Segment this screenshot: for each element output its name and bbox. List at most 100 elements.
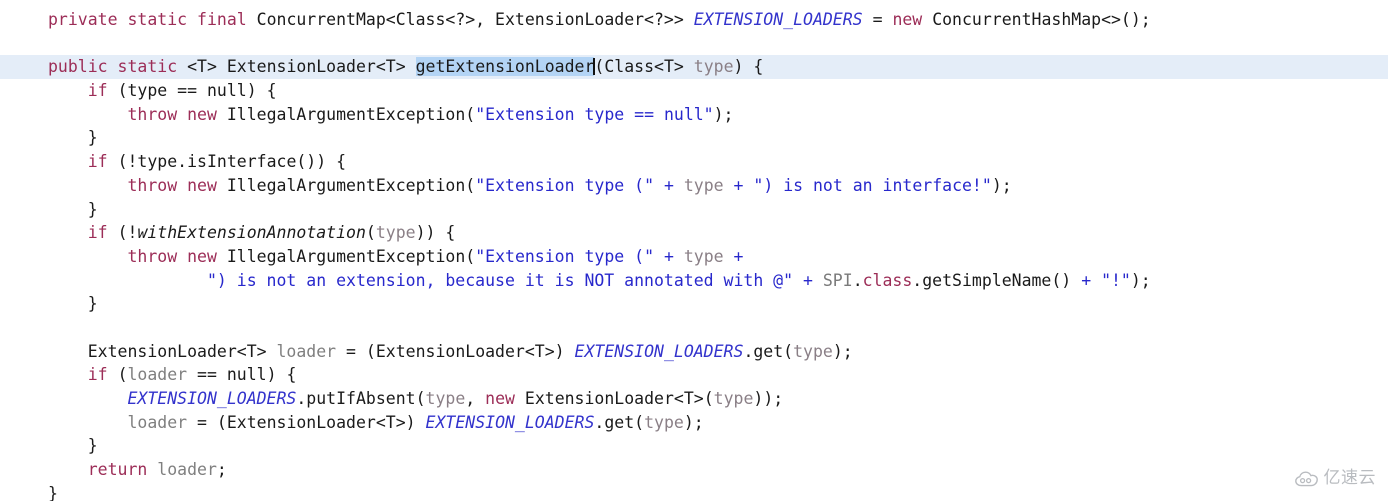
param-name-type: type — [644, 412, 684, 432]
condition-type-null: (type == null) { — [117, 81, 277, 101]
arg-open-paren: ( — [365, 223, 376, 243]
operator-plus: + — [663, 175, 674, 195]
keyword-if: if — [87, 81, 108, 101]
code-line-4[interactable]: if (type == null) { — [0, 79, 1388, 103]
string-literal-c: "!" — [1101, 270, 1131, 290]
code-line-8[interactable]: throw new IllegalArgumentException("Exte… — [0, 174, 1388, 198]
code-line-18[interactable]: loader = (ExtensionLoader<T>) EXTENSION_… — [0, 411, 1388, 435]
code-line-12[interactable]: ") is not an extension, because it is NO… — [0, 269, 1388, 293]
code-line-14-blank — [0, 316, 1388, 340]
line8-tail: ); — [991, 175, 1012, 195]
string-literal: "Extension type == null" — [475, 104, 714, 124]
condition-loader-null: == null) { — [197, 365, 297, 385]
operator-plus: + — [803, 270, 813, 290]
closing-brace: } — [87, 436, 98, 456]
operator-equals: = — [346, 341, 356, 361]
keyword-new: new — [187, 246, 217, 266]
code-content[interactable]: private static final ConcurrentMap<Class… — [0, 8, 1388, 501]
local-var-loader: loader — [276, 341, 337, 361]
line3-tail: ) { — [733, 57, 764, 77]
local-var-loader: loader — [127, 365, 188, 385]
param-name-type: type — [693, 57, 734, 77]
code-line-3[interactable]: public static <T> ExtensionLoader<T> get… — [0, 55, 1388, 80]
code-line-2-blank — [0, 32, 1388, 56]
local-var-loader: loader — [157, 460, 217, 480]
field-extension-loaders: EXTENSION_LOADERS — [425, 412, 595, 432]
string-literal-b: ") is not an extension, because it is NO… — [206, 270, 794, 290]
string-literal-a: "Extension type (" — [475, 246, 655, 266]
keyword-new: new — [187, 175, 217, 195]
code-line-10[interactable]: if (!withExtensionAnnotation(type)) { — [0, 221, 1388, 245]
dot: . — [852, 270, 863, 290]
closing-brace: } — [87, 128, 98, 148]
closing-brace-method: } — [48, 483, 58, 501]
operator-plus: + — [663, 246, 674, 266]
keyword-final: final — [197, 10, 247, 29]
string-literal-b: ") is not an interface!" — [753, 175, 992, 195]
keyword-if: if — [87, 365, 108, 385]
line18-tail: ); — [683, 412, 704, 432]
operator-plus: + — [733, 246, 744, 266]
keyword-return: return — [87, 460, 148, 480]
field-extension-loaders: EXTENSION_LOADERS — [693, 10, 863, 29]
static-ref-spi: SPI — [822, 270, 853, 290]
code-line-20[interactable]: return loader; — [0, 458, 1388, 482]
keyword-public: public — [48, 57, 108, 77]
exception-illegalargument: IllegalArgumentException( — [226, 246, 476, 266]
closing-brace: } — [87, 199, 98, 219]
keyword-if: if — [87, 223, 108, 243]
param-name-type: type — [425, 389, 466, 408]
param-name-type: type — [375, 223, 416, 243]
param-name-type: type — [683, 175, 724, 195]
keyword-new: new — [892, 10, 923, 29]
local-var-loader: loader — [127, 412, 188, 432]
cast-expression: (ExtensionLoader<T>) — [216, 412, 416, 432]
method-with-extension-annotation: withExtensionAnnotation — [137, 223, 366, 243]
line17-tail: )); — [753, 389, 784, 408]
code-line-1[interactable]: private static final ConcurrentMap<Class… — [0, 8, 1388, 32]
condition-isinterface: (!type.isInterface()) { — [117, 152, 347, 172]
line12-tail: ); — [1130, 270, 1151, 290]
keyword-throw: throw — [127, 246, 178, 266]
code-line-13[interactable]: } — [0, 292, 1388, 316]
code-line-17[interactable]: EXTENSION_LOADERS.putIfAbsent(type, new … — [0, 387, 1388, 411]
exception-illegalargument: IllegalArgumentException( — [226, 104, 476, 124]
code-line-6[interactable]: } — [0, 126, 1388, 150]
ctor-concurrenthashmap: ConcurrentHashMap<>(); — [932, 10, 1151, 29]
field-extension-loaders: EXTENSION_LOADERS — [127, 389, 297, 408]
operator-plus: + — [733, 175, 744, 195]
call-get: .get( — [743, 341, 794, 361]
param-name-type: type — [793, 341, 833, 361]
exception-illegalargument: IllegalArgumentException( — [226, 175, 476, 195]
code-line-5[interactable]: throw new IllegalArgumentException("Exte… — [0, 103, 1388, 127]
code-line-9[interactable]: } — [0, 198, 1388, 222]
call-putifabsent: .putIfAbsent( — [296, 389, 426, 408]
code-line-7[interactable]: if (!type.isInterface()) { — [0, 150, 1388, 174]
keyword-static: static — [117, 57, 178, 77]
code-line-15[interactable]: ExtensionLoader<T> loader = (ExtensionLo… — [0, 340, 1388, 364]
open-paren: ( — [117, 365, 128, 385]
operator-equals: = — [872, 10, 883, 29]
comma: , — [465, 389, 486, 408]
line5-tail: ); — [713, 104, 734, 124]
return-type: ExtensionLoader<T> — [226, 57, 406, 77]
open-paren: ( — [594, 57, 605, 77]
type-concurrentmap: ConcurrentMap<Class<?>, ExtensionLoader<… — [256, 10, 684, 29]
keyword-class: class — [862, 270, 913, 290]
watermark: 亿速云 — [1294, 467, 1377, 491]
code-line-21[interactable]: } — [0, 482, 1388, 501]
declared-type: ExtensionLoader<T> — [87, 341, 267, 361]
code-line-16[interactable]: if (loader == null) { — [0, 363, 1388, 387]
code-line-11[interactable]: throw new IllegalArgumentException("Exte… — [0, 245, 1388, 269]
operator-equals: = — [197, 412, 207, 432]
code-editor[interactable]: private static final ConcurrentMap<Class… — [0, 0, 1388, 501]
cast-expression: (ExtensionLoader<T>) — [365, 341, 565, 361]
semicolon: ; — [216, 460, 227, 480]
selected-method-name[interactable]: getExtensionLoader — [415, 57, 595, 77]
line10-tail: )) { — [415, 223, 456, 243]
keyword-new: new — [187, 104, 217, 124]
code-line-19[interactable]: } — [0, 434, 1388, 458]
param-type: Class<T> — [604, 57, 684, 77]
keyword-if: if — [87, 152, 108, 172]
keyword-new: new — [485, 389, 515, 408]
